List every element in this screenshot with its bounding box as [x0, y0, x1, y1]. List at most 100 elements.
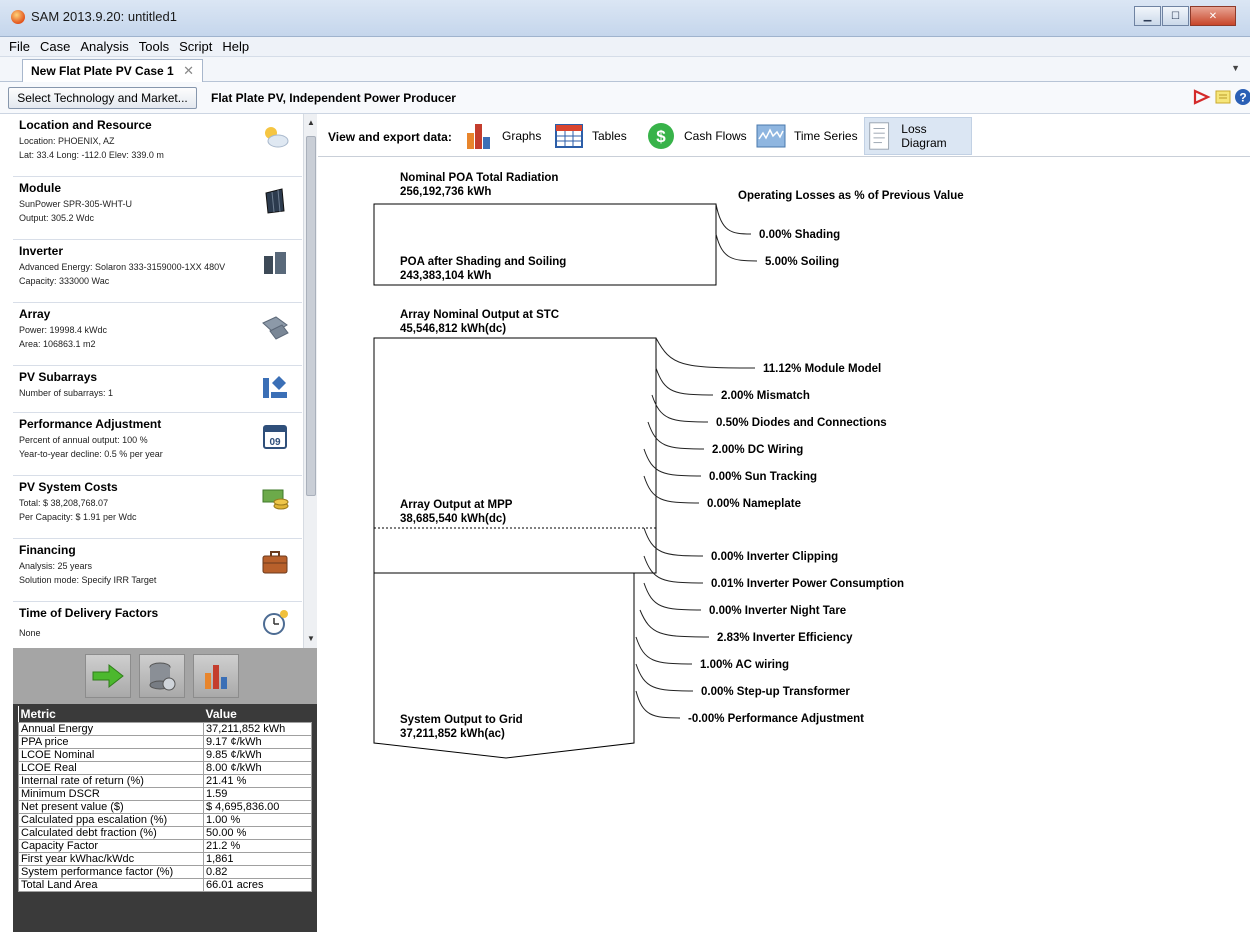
stage-title: Array Nominal Output at STC — [400, 309, 559, 321]
loss-diagram-icon — [869, 122, 890, 150]
menu-case[interactable]: Case — [35, 39, 75, 54]
view-tab-label: Tables — [592, 129, 627, 143]
subarray-icon — [263, 376, 287, 398]
metric-value: 9.85 ¢/kWh — [203, 747, 312, 762]
metric-value: 37,211,852 kWh — [203, 721, 312, 736]
view-tab-label: Loss Diagram — [901, 122, 947, 150]
view-selector-bar: View and export data: Graphs Tables $ Ca… — [318, 114, 1250, 157]
maximize-button[interactable]: ☐ — [1162, 6, 1189, 26]
weather-icon — [265, 127, 289, 148]
sidebar-item-time-of-delivery[interactable]: Time of Delivery Factors None — [13, 602, 302, 648]
menu-script[interactable]: Script — [174, 39, 217, 54]
metrics-row: Calculated ppa escalation (%) 1.00 % — [18, 812, 312, 827]
loss-branch-line — [655, 337, 756, 369]
loss-label: 0.01% Inverter Power Consumption — [711, 578, 904, 590]
notes-icon[interactable] — [1214, 88, 1232, 106]
sidebar-item-inverter[interactable]: Inverter Advanced Energy: Solaron 333-31… — [13, 240, 302, 303]
loss-label: 0.00% Step-up Transformer — [701, 686, 850, 698]
sidebar-item-location[interactable]: Location and Resource Location: PHOENIX,… — [13, 114, 302, 177]
calendar-day: 09 — [269, 437, 281, 448]
loss-label: 2.00% Mismatch — [721, 390, 810, 402]
loss-branch-line — [639, 609, 710, 638]
clock-icon — [263, 610, 288, 635]
loss-label: 1.00% AC wiring — [700, 659, 789, 671]
sam-app-icon — [11, 10, 25, 24]
close-tab-icon[interactable]: ✕ — [183, 63, 194, 79]
stage-title: System Output to Grid — [400, 714, 523, 726]
metrics-row: Minimum DSCR 1.59 — [18, 786, 312, 801]
menu-tools[interactable]: Tools — [134, 39, 174, 54]
view-tab-loss-diagram[interactable]: Loss Diagram — [864, 117, 972, 155]
metrics-row: Calculated debt fraction (%) 50.00 % — [18, 825, 312, 840]
parametrics-button[interactable] — [139, 654, 185, 698]
view-tab-graphs[interactable]: Graphs — [464, 117, 549, 155]
sidebar-item-financing[interactable]: Financing Analysis: 25 years Solution mo… — [13, 539, 302, 602]
metric-value: 50.00 % — [203, 825, 312, 840]
report-icon[interactable] — [1193, 88, 1211, 106]
metric-value: $ 4,695,836.00 — [203, 799, 312, 814]
value-column-header: Value — [203, 706, 312, 722]
losses-header: Operating Losses as % of Previous Value — [738, 190, 964, 202]
metric-name: System performance factor (%) — [18, 864, 204, 879]
scroll-down-icon[interactable]: ▼ — [307, 634, 315, 643]
help-icon[interactable]: ? — [1234, 88, 1250, 106]
metric-name: First year kWhac/kWdc — [18, 851, 204, 866]
menu-analysis[interactable]: Analysis — [75, 39, 133, 54]
loss-branch-line — [715, 233, 758, 262]
parametrics-icon — [149, 662, 176, 691]
select-technology-button[interactable]: Select Technology and Market... — [8, 87, 197, 109]
sidebar-item-pv-subarrays[interactable]: PV Subarrays Number of subarrays: 1 — [13, 366, 302, 413]
run-simulation-icon — [92, 663, 124, 689]
loss-branch-line — [635, 663, 694, 692]
svg-text:$: $ — [656, 127, 666, 146]
metric-name: Calculated debt fraction (%) — [18, 825, 204, 840]
view-tab-cash-flows[interactable]: $ Cash Flows — [646, 117, 748, 155]
sidebar-item-module[interactable]: Module SunPower SPR-305-WHT-U Output: 30… — [13, 177, 302, 240]
loss-label: 11.12% Module Model — [763, 363, 881, 375]
sidebar-item-performance-adjustment[interactable]: Performance Adjustment Percent of annual… — [13, 413, 302, 476]
metrics-row: Total Land Area 66.01 acres — [18, 877, 312, 892]
loss-branch-line — [715, 203, 752, 235]
loss-label: 0.50% Diodes and Connections — [716, 417, 887, 429]
results-button[interactable] — [193, 654, 239, 698]
metric-value: 9.17 ¢/kWh — [203, 734, 312, 749]
module-icon — [265, 188, 285, 214]
simulation-action-bar — [13, 648, 317, 704]
briefcase-icon — [262, 551, 288, 574]
metrics-row: LCOE Nominal 9.85 ¢/kWh — [18, 747, 312, 762]
sidebar-scrollbar[interactable]: ▲ ▼ — [303, 114, 317, 648]
stage-title: Array Output at MPP — [400, 499, 513, 511]
minimize-button[interactable]: ▁ — [1134, 6, 1161, 26]
table-icon — [555, 124, 583, 148]
array-icon — [262, 316, 289, 340]
metric-value: 66.01 acres — [203, 877, 312, 892]
loss-branch-line — [651, 394, 709, 423]
configuration-label: Flat Plate PV, Independent Power Produce… — [211, 91, 456, 105]
stage-title: Nominal POA Total Radiation — [400, 172, 558, 184]
loss-branch-line — [643, 475, 700, 504]
dc-stage-box — [373, 337, 657, 574]
scroll-thumb[interactable] — [306, 136, 316, 496]
loss-branch-line — [643, 555, 704, 584]
loss-label: 0.00% Sun Tracking — [709, 471, 817, 483]
metrics-row: Net present value ($) $ 4,695,836.00 — [18, 799, 312, 814]
metric-name: Minimum DSCR — [18, 786, 204, 801]
stage-value: 45,546,812 kWh(dc) — [400, 323, 506, 335]
tab-overflow-icon[interactable]: ▼ — [1231, 63, 1240, 73]
view-tab-time-series[interactable]: Time Series — [756, 117, 862, 155]
metrics-table: Metric Value Annual Energy 37,211,852 kWh… — [18, 706, 312, 892]
metric-name: Net present value ($) — [18, 799, 204, 814]
metric-value: 1,861 — [203, 851, 312, 866]
close-button[interactable]: ✕ — [1190, 6, 1236, 26]
view-tab-tables[interactable]: Tables — [554, 117, 641, 155]
timeseries-icon — [756, 124, 786, 148]
sidebar-item-array[interactable]: Array Power: 19998.4 kWdc Area: 106863.1… — [13, 303, 302, 366]
scroll-up-icon[interactable]: ▲ — [307, 118, 315, 127]
case-tab[interactable]: New Flat Plate PV Case 1 ✕ — [22, 59, 203, 82]
menu-help[interactable]: Help — [217, 39, 254, 54]
sidebar-item-system-costs[interactable]: PV System Costs Total: $ 38,208,768.07 P… — [13, 476, 302, 539]
loss-branch-line — [643, 448, 702, 477]
metrics-row: PPA price 9.17 ¢/kWh — [18, 734, 312, 749]
run-simulation-button[interactable] — [85, 654, 131, 698]
menu-file[interactable]: File — [4, 39, 35, 54]
